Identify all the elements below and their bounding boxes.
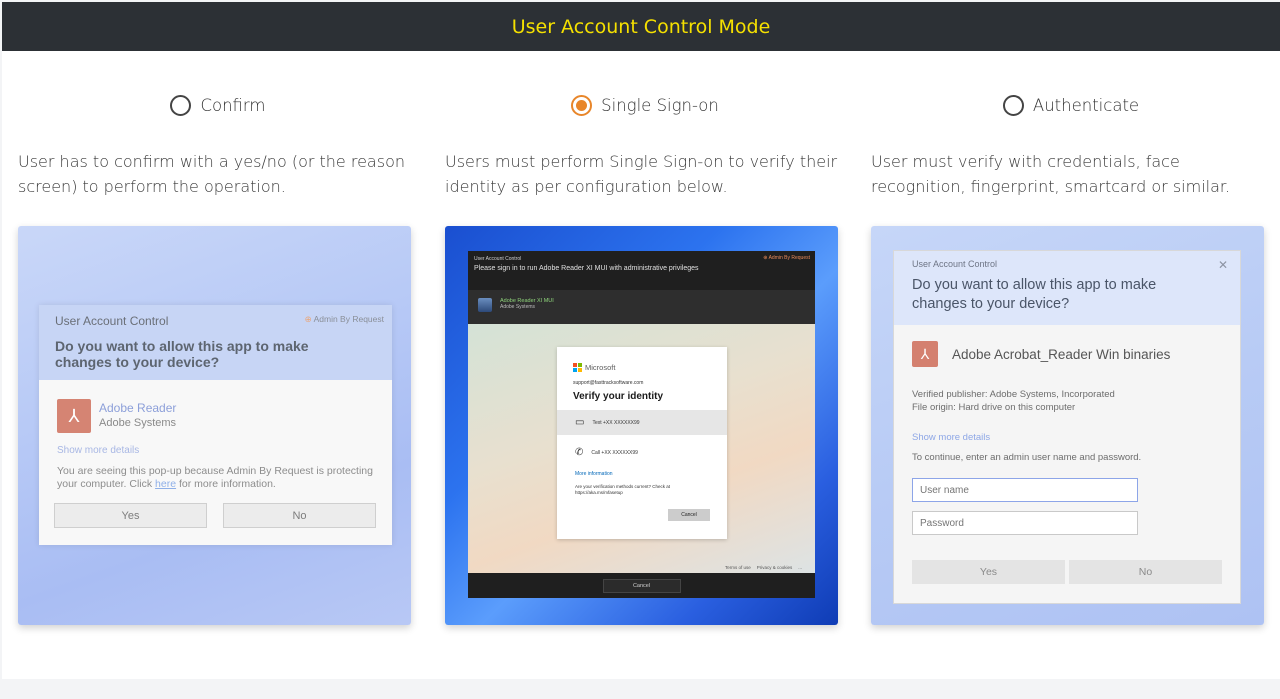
mode-options: Confirm User has to confirm with a yes/n… (2, 51, 1280, 679)
microsoft-sign-in-card: Microsoft support@fasttracksoftware.com … (557, 347, 727, 539)
radio-icon[interactable] (571, 95, 593, 116)
sso-app-info: Adobe Reader XI MUI Adobe Systems (468, 290, 815, 324)
sso-header: User Account Control ⊕ Admin By Request … (468, 251, 815, 290)
more-info-link: More information (575, 471, 613, 477)
radio-icon[interactable] (1002, 95, 1024, 116)
sso-prompt: Please sign in to run Adobe Reader XI MU… (474, 265, 699, 272)
yes-button: Yes (54, 503, 207, 528)
option-authenticate: Authenticate User must verify with crede… (871, 51, 1271, 679)
option-description: Users must perform Single Sign-on to ver… (445, 152, 838, 196)
dialog-question: Do you want to allow this app to make ch… (912, 277, 1157, 312)
option-description: User must verify with credentials, face … (871, 152, 1231, 196)
chat-icon: ▭ (575, 417, 585, 428)
brand-label: ⊕ Admin By Request (304, 314, 384, 324)
continue-text: To continue, enter an admin user name an… (912, 452, 1142, 463)
pdf-icon: ⅄ (57, 399, 91, 433)
radio-authenticate[interactable]: Authenticate (871, 95, 1271, 116)
app-icon (478, 298, 492, 312)
app-name: Adobe Acrobat_Reader Win binaries (952, 346, 1171, 362)
publisher-info: Verified publisher: Adobe Systems, Incor… (912, 389, 1115, 413)
footer-links: Terms of use Privacy & cookies ... (724, 565, 802, 570)
brand-label: ⊕ Admin By Request (763, 255, 810, 261)
pdf-icon: ⅄ (912, 341, 938, 367)
info-link: here (155, 478, 177, 490)
radio-label: Confirm (200, 96, 266, 115)
info-text: You are seeing this pop-up because Admin… (57, 465, 373, 490)
sso-preview-image: User Account Control ⊕ Admin By Request … (445, 226, 838, 625)
app-publisher: Adobe Systems (99, 417, 177, 429)
methods-question: Are your verification methods current? C… (575, 484, 671, 495)
radio-confirm[interactable]: Confirm (18, 95, 418, 116)
app-info: ⅄ Adobe Reader Adobe Systems (57, 399, 176, 433)
page-title: User Account Control Mode (511, 15, 771, 38)
password-input (912, 511, 1138, 535)
call-option: ✆ Call +XX XXXXXX99 (575, 447, 638, 458)
header-bar: User Account Control Mode (2, 2, 1280, 51)
radio-icon[interactable] (170, 95, 192, 116)
no-button: No (223, 503, 376, 528)
radio-label: Authenticate (1032, 96, 1140, 115)
yes-button: Yes (912, 560, 1065, 584)
cancel-button: Cancel (602, 578, 681, 593)
option-single-sign-on: Single Sign-on Users must perform Single… (445, 51, 845, 679)
text-option: ▭ Text +XX XXXXXX99 (557, 410, 727, 435)
page-footer (0, 679, 1280, 699)
show-more-link: Show more details (57, 445, 140, 456)
radio-label: Single Sign-on (601, 96, 719, 115)
app-info: ⅄ Adobe Acrobat_Reader Win binaries (912, 341, 1170, 367)
uac-dialog: User Account Control ⊕ Admin By Request … (39, 305, 392, 545)
card-cancel-button: Cancel (668, 509, 710, 521)
confirm-preview-image: User Account Control ⊕ Admin By Request … (18, 226, 411, 625)
option-description: User has to confirm with a yes/no (or th… (18, 152, 405, 196)
option-confirm: Confirm User has to confirm with a yes/n… (18, 51, 418, 679)
verify-title: Verify your identity (573, 391, 664, 402)
dialog-title: User Account Control (912, 259, 998, 269)
show-more-link: Show more details (912, 432, 991, 443)
app-name: Adobe Reader (99, 401, 177, 415)
phone-icon: ✆ (575, 447, 584, 458)
authenticate-preview-image: User Account Control ✕ Do you want to al… (871, 226, 1264, 625)
sso-footer: Cancel (468, 573, 815, 598)
brand-icon: ⊕ (304, 314, 314, 324)
radio-single-sign-on[interactable]: Single Sign-on (445, 95, 845, 116)
no-button: No (1069, 560, 1222, 584)
account-email: support@fasttracksoftware.com (573, 380, 644, 386)
uac-dialog: User Account Control ✕ Do you want to al… (893, 250, 1241, 604)
microsoft-logo: Microsoft (573, 363, 615, 372)
dialog-question: Do you want to allow this app to make ch… (55, 338, 309, 370)
microsoft-icon (573, 363, 582, 372)
username-input (912, 478, 1138, 502)
close-icon: ✕ (1217, 258, 1228, 272)
